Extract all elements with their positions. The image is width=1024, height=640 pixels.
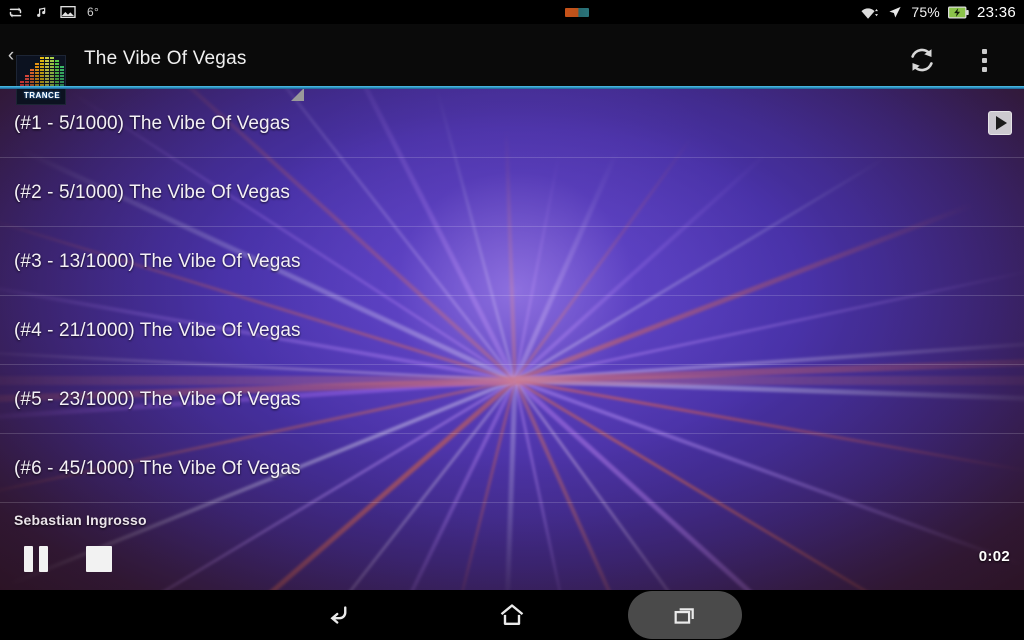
- sync-icon: [8, 5, 23, 20]
- clock-label: 23:36: [976, 3, 1016, 21]
- pause-button[interactable]: [24, 546, 52, 572]
- status-bar: 6° 75% 23:36: [0, 0, 1024, 24]
- accent-underline: [0, 86, 1024, 89]
- action-bar: ‹ TRANCE The Vibe Of Vegas: [0, 24, 1024, 105]
- player-bar: Sebastian Ingrosso 0:02: [0, 500, 1024, 590]
- play-triangle: [995, 116, 1007, 130]
- battery-percent-label: 75%: [911, 4, 940, 20]
- photo-icon: [60, 5, 76, 19]
- music-note-icon: [34, 5, 49, 20]
- temperature-label: 6°: [87, 5, 100, 19]
- list-item[interactable]: (#5 - 23/1000) The Vibe Of Vegas: [0, 365, 1024, 434]
- status-bar-right-icons: 75% 23:36: [860, 0, 1016, 24]
- list-item[interactable]: (#1 - 5/1000) The Vibe Of Vegas: [0, 89, 1024, 158]
- overflow-dot: [981, 66, 987, 72]
- play-icon[interactable]: [988, 111, 1012, 135]
- equalizer-bars: [20, 57, 64, 89]
- content-area: (#1 - 5/1000) The Vibe Of Vegas (#2 - 5/1…: [0, 89, 1024, 590]
- equalizer-bar: [45, 56, 49, 89]
- list-item[interactable]: (#6 - 45/1000) The Vibe Of Vegas: [0, 434, 1024, 503]
- equalizer-app-icon[interactable]: TRANCE: [16, 55, 66, 105]
- overflow-menu-icon[interactable]: [964, 38, 1004, 82]
- navigation-bar: [0, 590, 1024, 640]
- equalizer-bar: [40, 57, 44, 89]
- home-icon[interactable]: [457, 590, 567, 640]
- elapsed-time-label: 0:02: [978, 548, 1010, 565]
- equalizer-bar: [50, 56, 54, 89]
- stop-button[interactable]: [86, 546, 112, 572]
- app-icon-label: TRANCE: [23, 91, 61, 100]
- recents-icon[interactable]: [630, 590, 740, 640]
- wifi-icon: [860, 5, 879, 20]
- overflow-dot: [981, 48, 987, 54]
- refresh-icon[interactable]: [900, 38, 944, 82]
- dropdown-caret-icon[interactable]: [291, 88, 304, 101]
- list-item[interactable]: (#3 - 13/1000) The Vibe Of Vegas: [0, 227, 1024, 296]
- list-item-label: (#4 - 21/1000) The Vibe Of Vegas: [14, 319, 301, 341]
- back-icon[interactable]: [284, 590, 394, 640]
- status-bar-left-icons: 6°: [8, 0, 99, 24]
- list-item-label: (#2 - 5/1000) The Vibe Of Vegas: [14, 181, 290, 203]
- now-playing-artist: Sebastian Ingrosso: [14, 512, 147, 528]
- overflow-dot: [981, 57, 987, 63]
- list-item-label: (#5 - 23/1000) The Vibe Of Vegas: [14, 388, 301, 410]
- page-title[interactable]: The Vibe Of Vegas: [84, 48, 247, 70]
- android-screen: 6° 75% 23:36 ‹ TRANCE The Vibe Of Vegas …: [0, 0, 1024, 640]
- list-item-label: (#3 - 13/1000) The Vibe Of Vegas: [14, 250, 301, 272]
- location-arrow-icon: [887, 5, 903, 20]
- equalizer-bar: [55, 60, 59, 89]
- list-item[interactable]: (#2 - 5/1000) The Vibe Of Vegas: [0, 158, 1024, 227]
- battery-charging-icon: [947, 6, 969, 19]
- list-item-label: (#6 - 45/1000) The Vibe Of Vegas: [14, 457, 301, 479]
- notification-chip[interactable]: [565, 8, 589, 17]
- list-item[interactable]: (#4 - 21/1000) The Vibe Of Vegas: [0, 296, 1024, 365]
